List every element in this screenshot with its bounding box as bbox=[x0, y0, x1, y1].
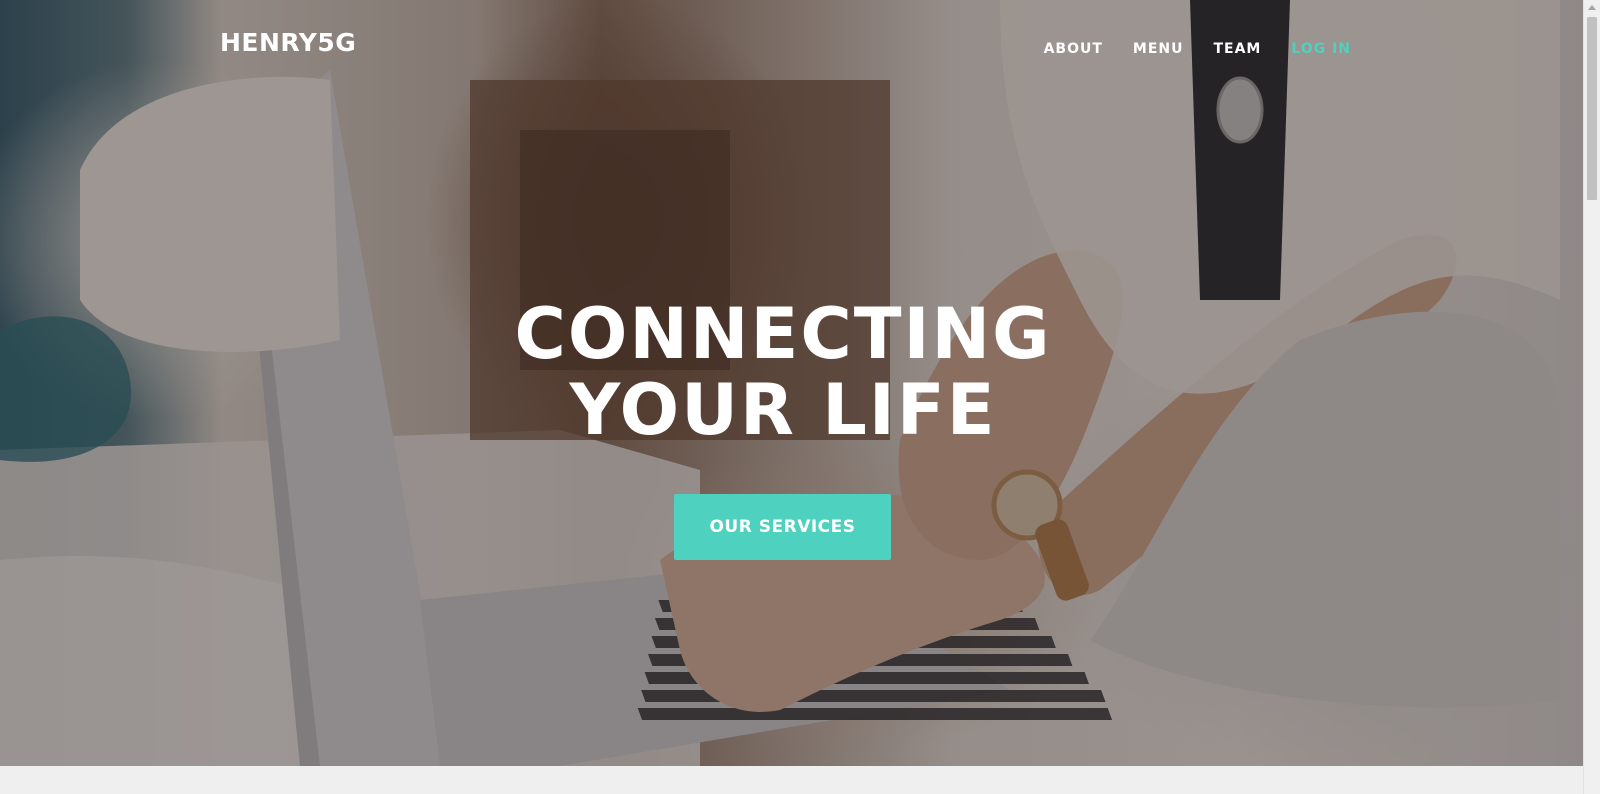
hero-headline: CONNECTING YOUR LIFE bbox=[0, 296, 1566, 448]
scroll-up-arrow-icon[interactable] bbox=[1588, 5, 1596, 10]
nav-link-menu[interactable]: MENU bbox=[1133, 41, 1184, 57]
our-services-button[interactable]: OUR SERVICES bbox=[674, 494, 891, 560]
nav-link-about[interactable]: ABOUT bbox=[1044, 41, 1103, 57]
page-viewport: HENRY5G ABOUT MENU TEAM LOG IN CONNECTIN… bbox=[0, 0, 1583, 794]
scrollbar-thumb[interactable] bbox=[1587, 17, 1597, 200]
top-navigation: HENRY5G ABOUT MENU TEAM LOG IN bbox=[0, 0, 1583, 100]
nav-link-login[interactable]: LOG IN bbox=[1291, 41, 1351, 57]
page-scrollbar[interactable] bbox=[1583, 0, 1600, 794]
hero-headline-line-2: YOUR LIFE bbox=[569, 369, 997, 451]
hero-section: HENRY5G ABOUT MENU TEAM LOG IN CONNECTIN… bbox=[0, 0, 1583, 766]
nav-links: ABOUT MENU TEAM LOG IN bbox=[1044, 41, 1351, 57]
brand-logo-link[interactable]: HENRY5G bbox=[220, 28, 356, 57]
nav-link-team[interactable]: TEAM bbox=[1213, 41, 1261, 57]
hero-headline-line-1: CONNECTING bbox=[514, 293, 1052, 375]
below-fold-section bbox=[0, 766, 1583, 794]
